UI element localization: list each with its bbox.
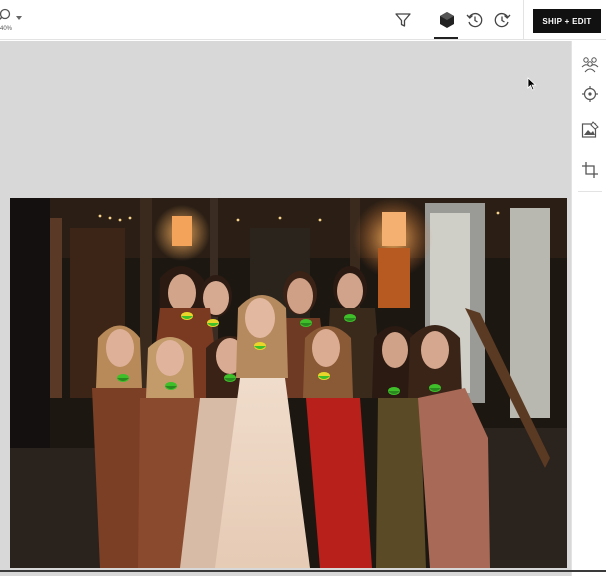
layers-icon [440,12,454,28]
history-icon [466,12,483,28]
ship-edit-button[interactable]: SHIP + EDIT [533,9,601,33]
group-photo-image [10,198,567,568]
mouse-cursor [527,77,537,91]
filter-button[interactable] [393,10,413,30]
right-tool-panel [571,41,606,576]
layers-button[interactable] [437,10,457,30]
people-icon[interactable] [581,55,599,73]
top-toolbar: 40% SHIP + EDIT [0,0,606,40]
image-edit-icon[interactable] [581,121,599,139]
filter-icon [395,13,411,27]
crop-icon[interactable] [581,161,599,179]
bottom-divider [0,570,606,572]
group-photo[interactable] [10,198,567,568]
active-tab-indicator [434,37,458,39]
target-icon[interactable] [581,85,599,103]
history-forward-icon [494,12,511,28]
photo-editor-app: 40% SHIP + EDIT [0,0,606,576]
toolbar-divider [523,0,524,40]
zoom-icon [0,8,11,21]
history-back-button[interactable] [465,10,485,30]
chevron-down-icon[interactable] [14,14,24,22]
panel-divider [578,191,602,192]
zoom-level: 40% [0,26,13,32]
history-forward-button[interactable] [492,10,512,30]
